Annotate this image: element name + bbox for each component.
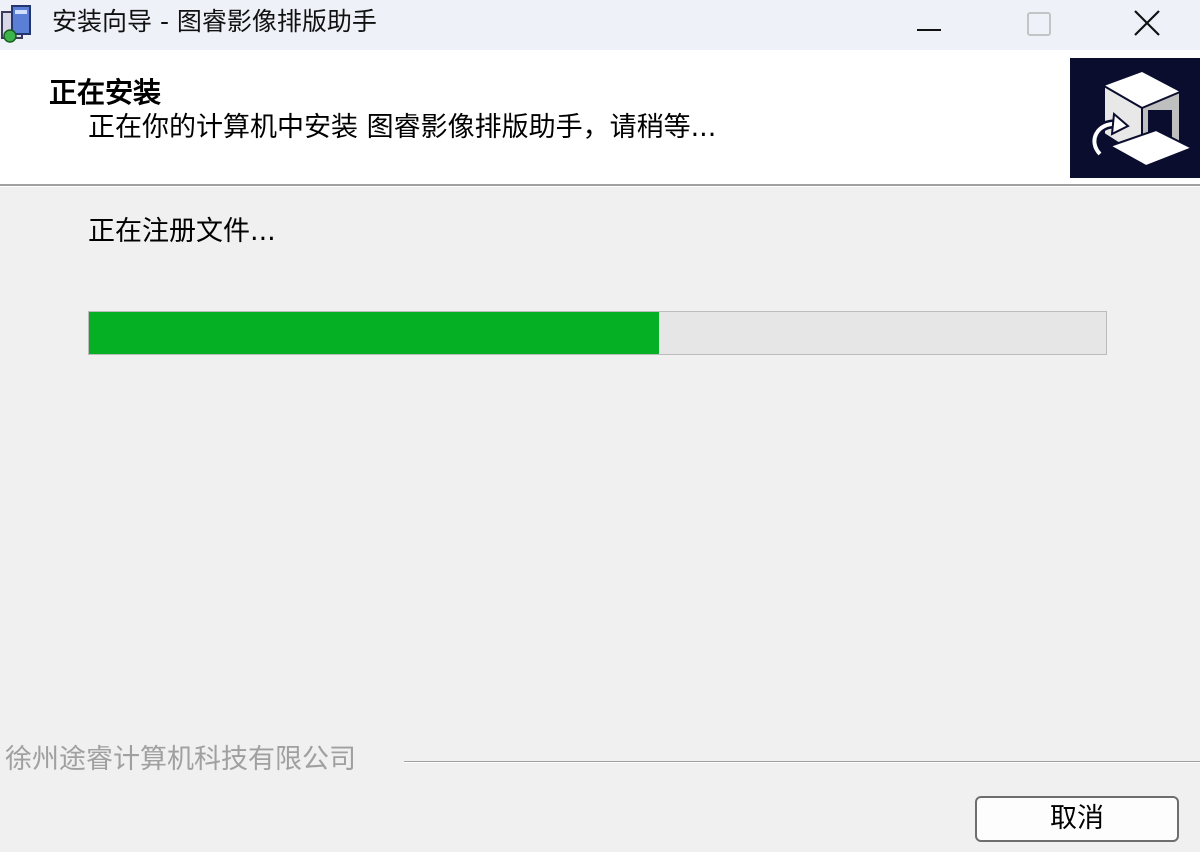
installer-icon xyxy=(0,4,34,44)
window-title: 安装向导 - 图睿影像排版助手 xyxy=(52,7,377,36)
cancel-button[interactable]: 取消 xyxy=(975,796,1179,842)
install-status: 正在注册文件... xyxy=(88,216,276,247)
header-divider xyxy=(0,184,1200,187)
page-title: 正在安装 xyxy=(49,76,162,109)
company-name: 徐州途睿计算机科技有限公司 xyxy=(5,744,356,775)
page-subtitle: 正在你的计算机中安装 图睿影像排版助手，请稍等... xyxy=(88,112,717,143)
maximize-icon xyxy=(1027,12,1051,36)
progress-fill xyxy=(89,312,659,354)
maximize-button[interactable] xyxy=(984,0,1094,46)
title-bar[interactable]: 安装向导 - 图睿影像排版助手 xyxy=(0,0,1200,50)
install-progress-bar xyxy=(88,311,1107,355)
wizard-header: 正在安装 正在你的计算机中安装 图睿影像排版助手，请稍等... xyxy=(0,50,1200,184)
installer-window: 安装向导 - 图睿影像排版助手 正在安装 正在你的计算机中安装 图睿影像排版助手… xyxy=(0,0,1200,852)
minimize-icon xyxy=(917,29,941,31)
computer-install-icon xyxy=(1070,58,1200,178)
close-icon xyxy=(1134,10,1160,36)
minimize-button[interactable] xyxy=(874,0,984,46)
close-button[interactable] xyxy=(1094,0,1200,46)
footer-divider xyxy=(404,761,1200,763)
